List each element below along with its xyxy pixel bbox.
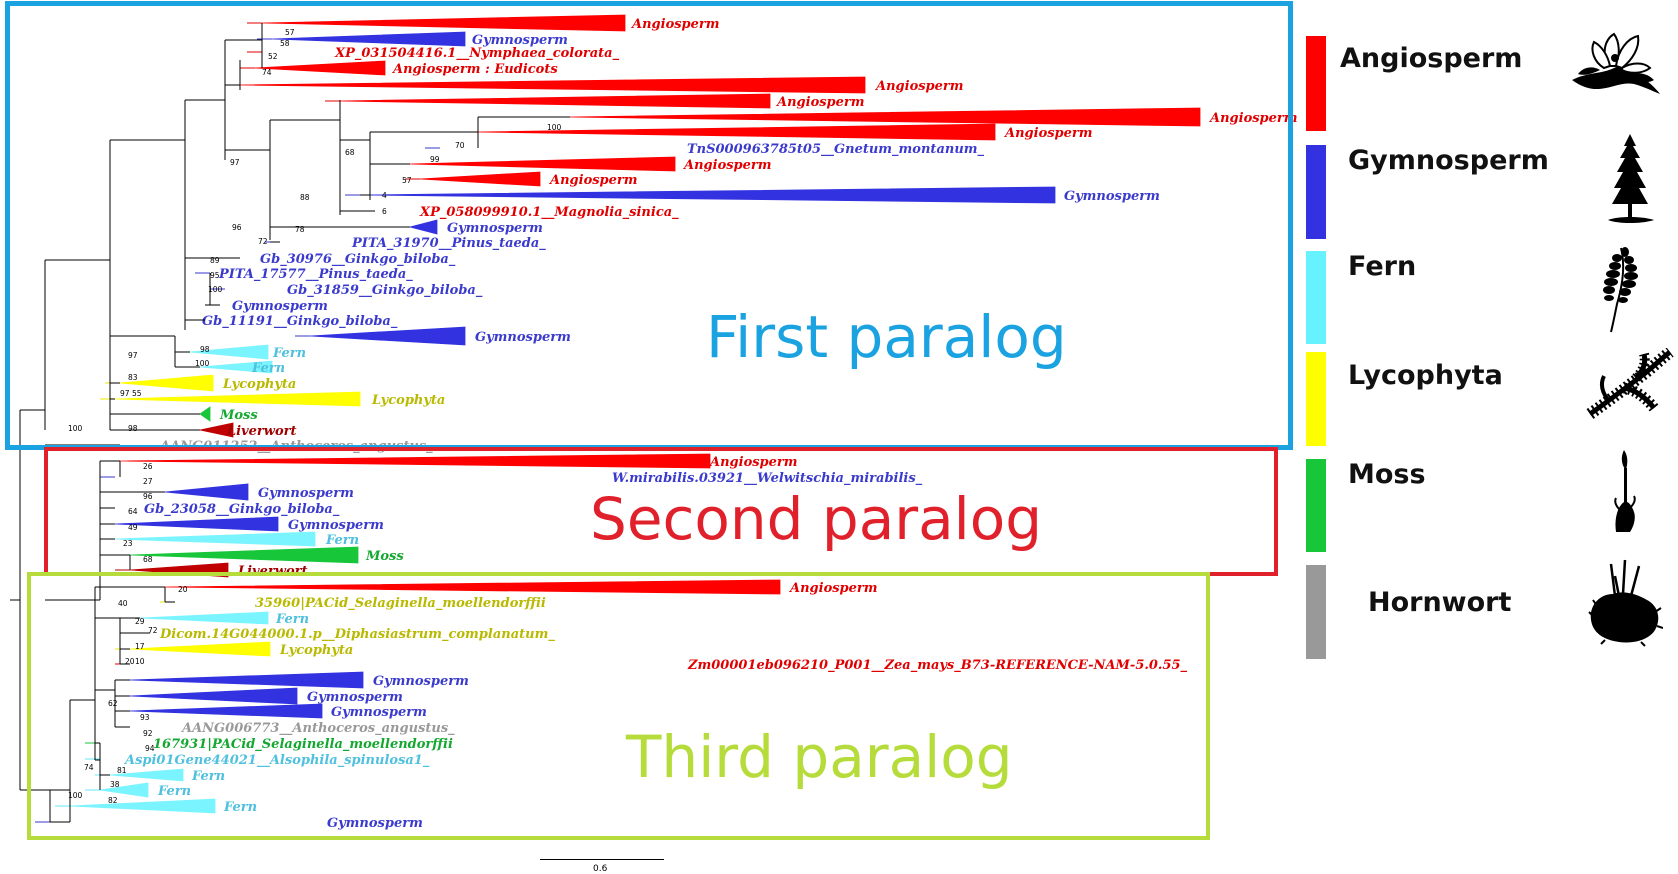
first-paralog-label: First paralog — [706, 303, 1067, 371]
third-paralog-box — [27, 572, 1210, 840]
legend-label: Lycophyta — [1348, 360, 1503, 391]
scale-bar-label: 0.6 — [593, 864, 608, 874]
scale-bar — [540, 859, 664, 860]
legend-swatch — [1306, 565, 1326, 659]
legend-swatch — [1306, 352, 1326, 446]
legend-label: Angiosperm — [1340, 43, 1523, 74]
legend-swatch — [1306, 459, 1326, 552]
legend-label: Fern — [1348, 251, 1417, 282]
legend-label: Moss — [1348, 459, 1426, 490]
conifer-tree-icon — [1608, 134, 1654, 223]
magnolia-flower-icon — [1572, 32, 1660, 94]
third-paralog-label: Third paralog — [626, 723, 1013, 791]
second-paralog-label: Second paralog — [590, 485, 1043, 553]
clubmoss-icon — [1586, 348, 1674, 419]
legend-swatch — [1306, 145, 1326, 239]
legend-swatch — [1306, 251, 1326, 344]
legend-swatch — [1306, 36, 1326, 131]
fern-frond-icon — [1603, 247, 1638, 333]
hornwort-icon — [1588, 559, 1663, 647]
legend-label: Gymnosperm — [1348, 145, 1549, 176]
first-paralog-box — [5, 1, 1293, 450]
legend-label: Hornwort — [1368, 587, 1512, 618]
moss-sporophyte-icon — [1614, 450, 1636, 532]
